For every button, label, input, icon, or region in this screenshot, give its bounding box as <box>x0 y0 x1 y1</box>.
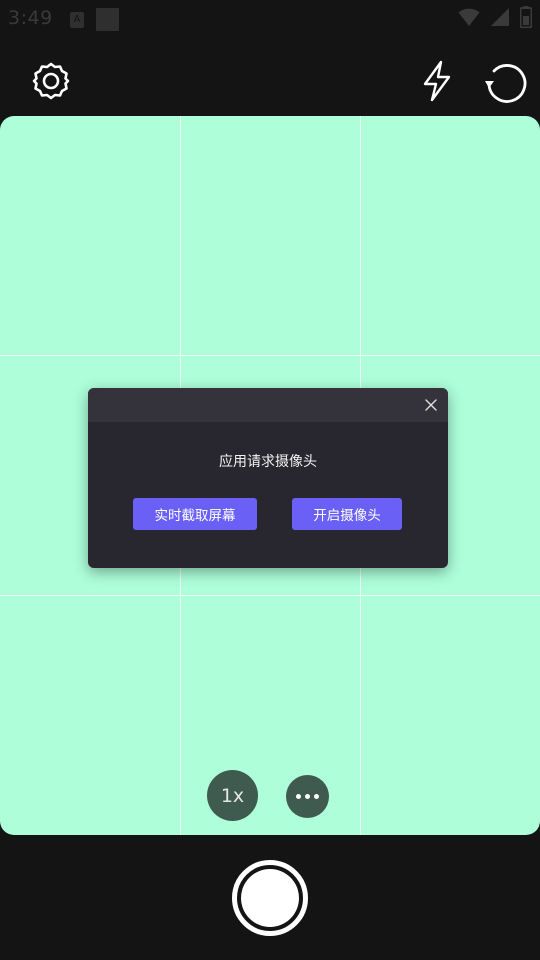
close-icon[interactable] <box>423 397 439 413</box>
dialog-message: 应用请求摄像头 <box>219 454 317 470</box>
notification-a-icon: A <box>70 11 84 28</box>
shutter-icon <box>241 869 299 927</box>
signal-icon <box>491 8 509 26</box>
battery-icon <box>520 6 532 28</box>
status-notifications: A <box>70 8 119 31</box>
camera-top-bar <box>0 38 540 116</box>
settings-icon[interactable] <box>31 61 71 101</box>
shutter-button[interactable] <box>232 860 308 936</box>
dialog-header <box>88 388 448 422</box>
more-options-button[interactable] <box>286 775 329 818</box>
screen-capture-button[interactable]: 实时截取屏幕 <box>133 498 257 530</box>
more-dots-icon <box>296 794 301 799</box>
open-camera-button[interactable]: 开启摄像头 <box>292 498 402 530</box>
status-time: 3:49 <box>8 7 53 29</box>
rotate-camera-icon[interactable] <box>482 60 528 104</box>
grid-line-horizontal <box>0 355 540 356</box>
wifi-icon <box>458 8 480 26</box>
more-dots-icon <box>314 794 319 799</box>
more-dots-icon <box>305 794 310 799</box>
flash-icon[interactable] <box>418 60 456 102</box>
status-bar: 3:49 A <box>0 0 540 38</box>
camera-permission-dialog: 应用请求摄像头 实时截取屏幕 开启摄像头 <box>88 388 448 568</box>
zoom-button[interactable]: 1x <box>207 770 258 821</box>
notification-square-icon <box>96 8 119 31</box>
grid-line-horizontal <box>0 595 540 596</box>
status-system-icons <box>458 6 532 28</box>
